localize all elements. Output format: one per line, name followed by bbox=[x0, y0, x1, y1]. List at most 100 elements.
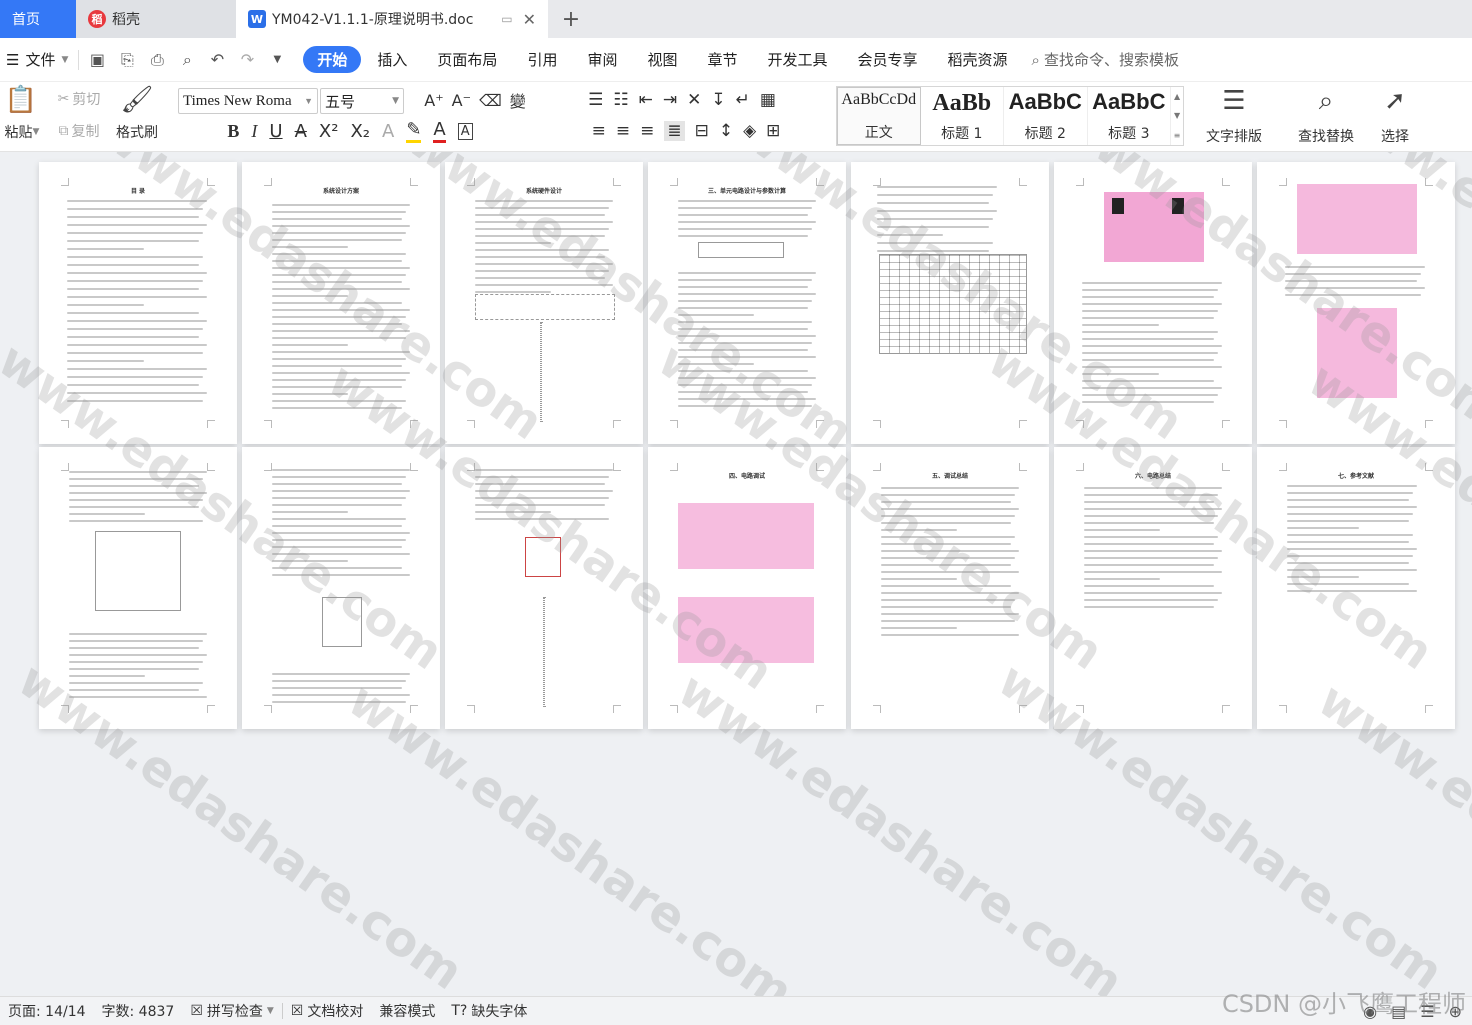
copy-button[interactable]: ⧉ 复制 bbox=[50, 120, 108, 142]
page-12[interactable]: 五、调试总结 bbox=[851, 447, 1049, 729]
align-center-icon[interactable]: ≡ bbox=[616, 121, 630, 141]
align-left-icon[interactable]: ≡ bbox=[592, 121, 606, 141]
export-pdf-icon[interactable]: ⎘ bbox=[117, 50, 137, 70]
print-icon[interactable]: ⎙ bbox=[147, 50, 167, 70]
text-line bbox=[881, 543, 1011, 545]
find-replace-button[interactable]: ⌕ 查找替换 bbox=[1286, 86, 1366, 146]
bold-icon[interactable]: B bbox=[227, 121, 239, 142]
clear-format-icon[interactable]: ⌫ bbox=[479, 91, 502, 110]
decrease-indent-icon[interactable]: ⇤ bbox=[639, 90, 653, 110]
close-icon[interactable]: ✕ bbox=[523, 10, 536, 29]
text-line bbox=[678, 286, 808, 288]
ruler-icon[interactable]: ▦ bbox=[760, 90, 776, 110]
text-effect-icon[interactable]: A bbox=[382, 121, 394, 142]
superscript-icon[interactable]: X² bbox=[319, 121, 339, 142]
distributed-icon[interactable]: ⊟ bbox=[695, 121, 709, 141]
highlight-icon[interactable]: ✎ bbox=[406, 119, 422, 143]
tab-page-layout[interactable]: 页面布局 bbox=[423, 46, 511, 73]
expand-icon[interactable]: ≡ bbox=[1174, 131, 1181, 140]
undo-icon[interactable]: ↶ bbox=[207, 50, 227, 69]
shading-icon[interactable]: ◈ bbox=[743, 121, 756, 141]
new-tab-button[interactable]: + bbox=[548, 0, 594, 38]
page-13[interactable]: 六、电路总结 bbox=[1054, 447, 1252, 729]
page-9[interactable] bbox=[242, 447, 440, 729]
style-heading-1[interactable]: AaBb 标题 1 bbox=[921, 87, 1005, 145]
italic-icon[interactable]: I bbox=[251, 121, 257, 142]
missing-font[interactable]: T? 缺失字体 bbox=[443, 1001, 535, 1021]
compat-mode[interactable]: 兼容模式 bbox=[371, 1001, 443, 1021]
save-icon[interactable]: ▣ bbox=[87, 50, 107, 69]
align-right-icon[interactable]: ≡ bbox=[640, 121, 654, 141]
tab-insert[interactable]: 插入 bbox=[363, 46, 421, 73]
style-gallery-scroll[interactable]: ▲ ▼ ≡ bbox=[1171, 87, 1183, 145]
page-7[interactable] bbox=[1257, 162, 1455, 444]
font-color-icon[interactable]: A bbox=[433, 119, 446, 143]
text-direction-icon[interactable]: ↧ bbox=[711, 90, 725, 110]
subscript-icon[interactable]: X₂ bbox=[350, 121, 370, 142]
text-line bbox=[1084, 606, 1214, 608]
command-search[interactable]: ⌕ 查找命令、搜索模板 bbox=[1032, 49, 1179, 70]
tab-view[interactable]: 视图 bbox=[633, 46, 691, 73]
tab-start[interactable]: 开始 bbox=[303, 46, 362, 73]
print-preview-icon[interactable]: ⌕ bbox=[177, 50, 197, 70]
chevron-down-icon[interactable]: ▼ bbox=[1174, 111, 1180, 120]
tab-member[interactable]: 会员专享 bbox=[844, 46, 932, 73]
monitor-icon[interactable]: ▭ bbox=[501, 12, 512, 26]
chevron-up-icon[interactable]: ▲ bbox=[1174, 92, 1180, 101]
select-button[interactable]: ➚ 选择 bbox=[1370, 86, 1420, 146]
paste-button[interactable]: 粘贴 ▼ bbox=[0, 122, 44, 142]
underline-icon[interactable]: U bbox=[269, 121, 282, 142]
page-11[interactable]: 四、电路调试 bbox=[648, 447, 846, 729]
page-5[interactable] bbox=[851, 162, 1049, 444]
line-break-icon[interactable]: ↵ bbox=[736, 90, 750, 110]
font-size-select[interactable]: 五号 ▼ bbox=[320, 88, 404, 114]
document-proofread[interactable]: ☒ 文档校对 bbox=[283, 1001, 372, 1021]
spell-check[interactable]: ☒ 拼写检查 ▼ bbox=[182, 1001, 281, 1021]
page-2[interactable]: 系统设计方案 bbox=[242, 162, 440, 444]
tab-home[interactable]: 首页 bbox=[0, 0, 76, 38]
document-area[interactable]: 目 录 系统设计方案 系统硬件设计 三、单元电路设计与参数计算 四、电路调试 五… bbox=[0, 152, 1472, 996]
page-6[interactable] bbox=[1054, 162, 1252, 444]
style-heading-2[interactable]: AaBbC 标题 2 bbox=[1004, 87, 1088, 145]
phonetic-icon[interactable]: 變 bbox=[510, 88, 526, 112]
increase-indent-icon[interactable]: ⇥ bbox=[663, 90, 677, 110]
strikethrough-icon[interactable]: A bbox=[295, 121, 307, 142]
char-border-icon[interactable]: A bbox=[457, 122, 473, 140]
borders-icon[interactable]: ⊞ bbox=[766, 121, 780, 141]
style-heading-3[interactable]: AaBbC 标题 3 bbox=[1088, 87, 1172, 145]
text-line bbox=[877, 250, 989, 252]
justify-icon[interactable]: ≣ bbox=[664, 121, 685, 141]
page-3[interactable]: 系统硬件设计 bbox=[445, 162, 643, 444]
tab-developer[interactable]: 开发工具 bbox=[754, 46, 842, 73]
text-layout-button[interactable]: ☰ 文字排版 bbox=[1196, 86, 1272, 146]
tab-docer-resources[interactable]: 稻壳资源 bbox=[934, 46, 1022, 73]
customize-icon[interactable]: ▼ bbox=[267, 54, 287, 65]
chinese-layout-icon[interactable]: ✕ bbox=[687, 90, 701, 110]
page-1[interactable]: 目 录 bbox=[39, 162, 237, 444]
page-8[interactable] bbox=[39, 447, 237, 729]
cut-button[interactable]: ✂ 剪切 bbox=[50, 88, 108, 110]
page-count[interactable]: 页面: 14/14 bbox=[0, 1001, 94, 1021]
shrink-font-icon[interactable]: A⁻ bbox=[452, 91, 471, 110]
page-10[interactable] bbox=[445, 447, 643, 729]
tab-document[interactable]: W YM042-V1.1.1-原理说明书.doc ▭ ✕ bbox=[236, 0, 548, 38]
tab-review[interactable]: 审阅 bbox=[573, 46, 631, 73]
redo-icon[interactable]: ↷ bbox=[237, 50, 257, 69]
paste-icon[interactable]: 📋 bbox=[5, 84, 37, 116]
bullet-list-icon[interactable]: ☰ bbox=[588, 90, 603, 110]
file-menu[interactable]: ☰ 文件 ▼ bbox=[0, 49, 78, 70]
tab-section[interactable]: 章节 bbox=[693, 46, 751, 73]
page-14[interactable]: 七、参考文献 bbox=[1257, 447, 1455, 729]
font-name-select[interactable]: Times New Roma ▼ bbox=[178, 88, 318, 114]
numbered-list-icon[interactable]: ☷ bbox=[613, 90, 628, 110]
proofread-label: 文档校对 bbox=[307, 1004, 364, 1020]
word-count[interactable]: 字数: 4837 bbox=[94, 1001, 183, 1021]
format-painter-icon[interactable]: 🖌 bbox=[121, 84, 154, 116]
format-painter-button[interactable]: 格式刷 bbox=[112, 122, 162, 142]
tab-references[interactable]: 引用 bbox=[513, 46, 571, 73]
grow-font-icon[interactable]: A⁺ bbox=[424, 91, 443, 110]
page-4[interactable]: 三、单元电路设计与参数计算 bbox=[648, 162, 846, 444]
tab-docer[interactable]: 稻 稻壳 bbox=[76, 0, 236, 38]
line-spacing-icon[interactable]: ↕ bbox=[719, 121, 733, 141]
style-normal[interactable]: AaBbCcDd 正文 bbox=[837, 87, 921, 145]
